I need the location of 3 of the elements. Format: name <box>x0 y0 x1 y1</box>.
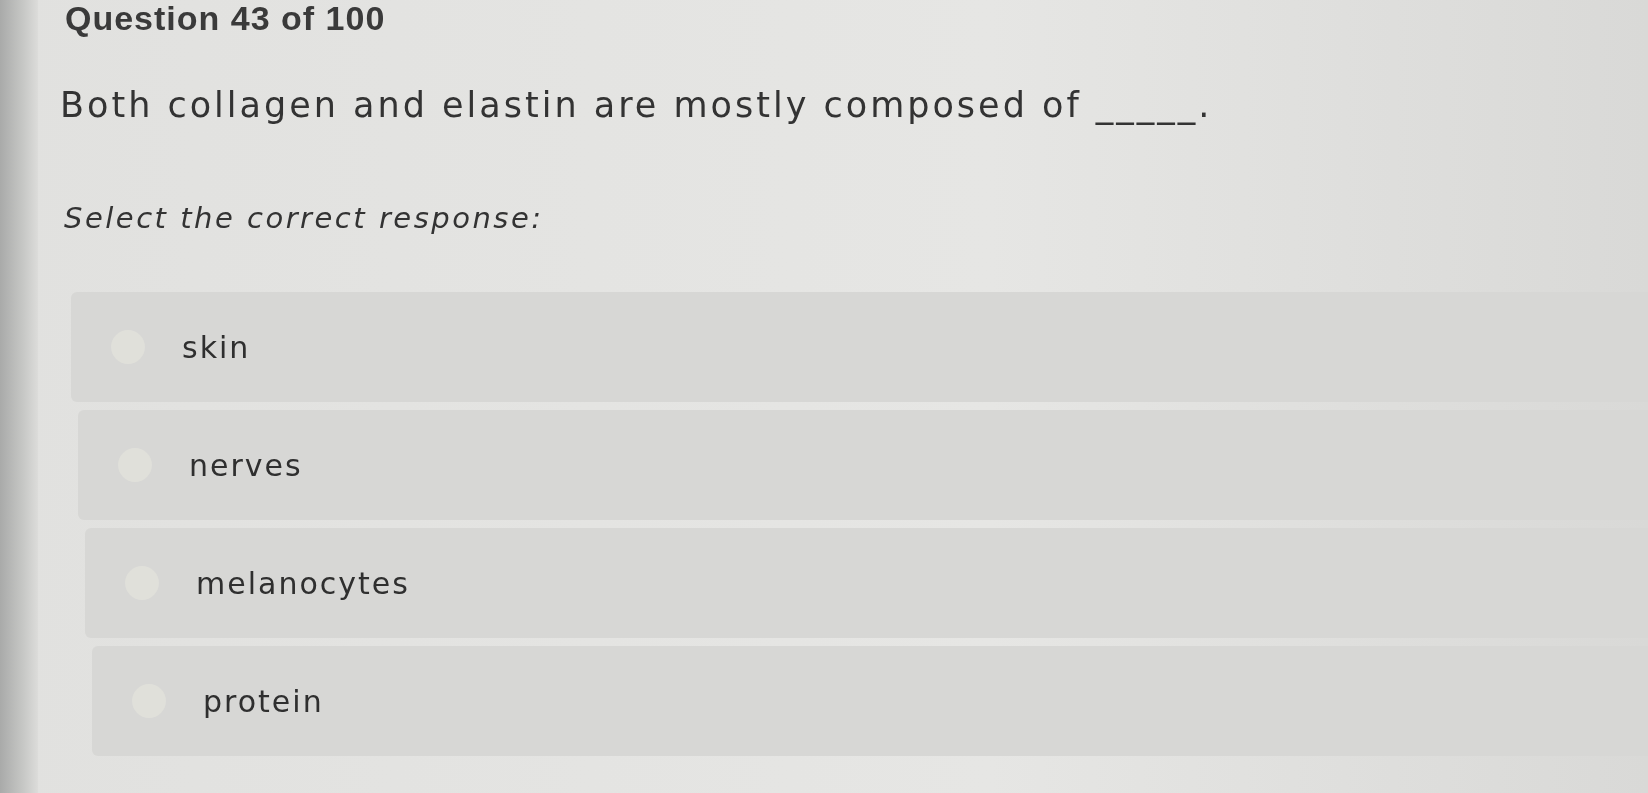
question-text: Both collagen and elastin are mostly composed of _____. <box>60 84 1213 127</box>
instruction-text: Select the correct response: <box>64 201 544 235</box>
question-counter: Question 43 of 100 <box>65 0 386 36</box>
